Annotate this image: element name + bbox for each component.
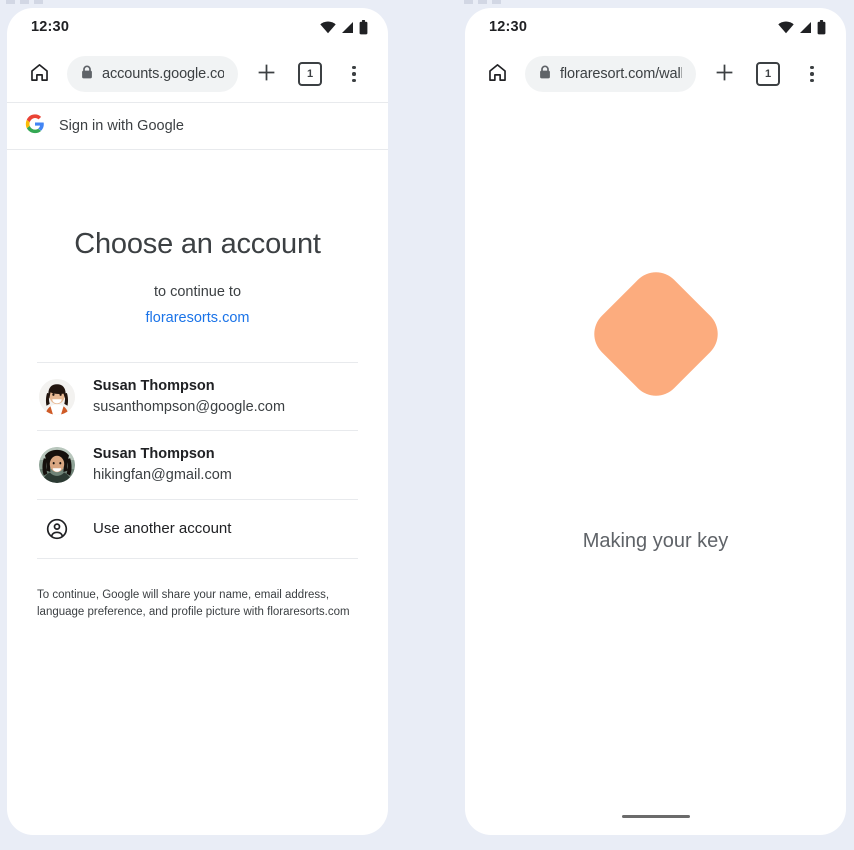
cell-signal-icon bbox=[799, 21, 812, 34]
use-another-account-item[interactable]: Use another account bbox=[37, 500, 358, 559]
wifi-icon bbox=[320, 21, 336, 34]
account-email: hikingfan@gmail.com bbox=[93, 467, 232, 484]
kebab-menu-icon bbox=[810, 65, 814, 83]
new-tab-button[interactable] bbox=[246, 54, 286, 94]
address-bar[interactable]: accounts.google.com/o/ bbox=[67, 56, 238, 92]
status-icon-group bbox=[320, 19, 368, 35]
tab-switcher-button[interactable]: 1 bbox=[748, 54, 788, 94]
account-circle-icon bbox=[39, 517, 75, 541]
plus-icon bbox=[256, 62, 277, 86]
clipped-artifact-right-3 bbox=[492, 0, 501, 4]
battery-icon bbox=[817, 19, 826, 35]
account-name: Susan Thompson bbox=[93, 446, 215, 463]
tab-count-badge: 1 bbox=[756, 62, 780, 86]
account-email: susanthompson@google.com bbox=[93, 399, 286, 416]
lock-icon bbox=[81, 65, 93, 84]
clipped-artifact-right-2 bbox=[478, 0, 487, 4]
continue-domain: floraresorts.com bbox=[145, 310, 250, 326]
clipped-artifact-right bbox=[464, 0, 473, 4]
phone-frame-left: 12:30 accounts.google.co 1 Sign in with … bbox=[7, 8, 388, 835]
account-text: Susan Thompson susanthompson@google.com bbox=[93, 377, 285, 416]
use-another-account-label: Use another account bbox=[93, 520, 232, 537]
clipped-artifact-left-3 bbox=[34, 0, 43, 4]
wifi-icon bbox=[778, 21, 794, 34]
status-bar-right: 12:30 bbox=[465, 8, 846, 46]
battery-icon bbox=[359, 19, 368, 35]
google-signin-label: Sign in with Google bbox=[59, 118, 184, 134]
lock-icon bbox=[539, 65, 551, 84]
status-icon-group bbox=[778, 19, 826, 35]
making-key-caption: Making your key bbox=[582, 530, 729, 552]
tab-count-badge: 1 bbox=[298, 62, 322, 86]
account-list: Susan Thompson susanthompson@google.com bbox=[37, 362, 358, 559]
account-text: Susan Thompson hikingfan@gmail.com bbox=[93, 445, 232, 484]
tab-switcher-button[interactable]: 1 bbox=[290, 54, 330, 94]
address-bar-url: accounts.google.com/o/ bbox=[102, 66, 224, 82]
screenshot-stage: 12:30 accounts.google.co 1 Sign in with … bbox=[0, 0, 854, 850]
clipped-artifact-left bbox=[6, 0, 15, 4]
page-title: Choose an account bbox=[74, 228, 321, 260]
account-item-work[interactable]: Susan Thompson susanthompson@google.com bbox=[37, 362, 358, 432]
continue-subtitle: to continue to bbox=[153, 284, 242, 300]
kebab-menu-icon bbox=[352, 65, 356, 83]
address-bar-url: floraresort.com/wallet- bbox=[560, 66, 682, 82]
google-g-icon bbox=[25, 113, 45, 139]
address-bar[interactable]: floraresort.com/wallet- bbox=[525, 56, 696, 92]
account-name: Susan Thompson bbox=[93, 378, 215, 394]
home-icon bbox=[487, 62, 508, 86]
status-time: 12:30 bbox=[489, 19, 528, 35]
consent-footnote: To continue, Google will share your name… bbox=[37, 588, 350, 619]
browser-menu-button[interactable] bbox=[792, 54, 832, 94]
account-item-personal[interactable]: Susan Thompson hikingfan@gmail.com bbox=[37, 431, 358, 500]
phone-frame-right: 12:30 floraresort.com/wal 1 Making your … bbox=[465, 8, 846, 835]
cell-signal-icon bbox=[341, 21, 354, 34]
avatar bbox=[39, 378, 75, 415]
status-time: 12:30 bbox=[31, 19, 70, 35]
clipped-artifact-left-2 bbox=[20, 0, 29, 4]
browser-toolbar-left: accounts.google.com/o/ 1 bbox=[7, 46, 388, 102]
home-icon bbox=[29, 62, 50, 86]
home-button[interactable] bbox=[477, 54, 517, 94]
gesture-home-bar[interactable] bbox=[621, 814, 690, 818]
browser-menu-button[interactable] bbox=[334, 54, 374, 94]
rotated-rounded-square-icon bbox=[583, 261, 728, 407]
making-key-page: Making your key bbox=[465, 103, 846, 835]
avatar bbox=[39, 446, 75, 483]
home-button[interactable] bbox=[19, 54, 59, 94]
browser-toolbar-right: floraresort.com/wallet- 1 bbox=[465, 46, 846, 102]
google-signin-header: Sign in with Google bbox=[7, 102, 388, 150]
plus-icon bbox=[714, 62, 735, 86]
new-tab-button[interactable] bbox=[704, 54, 744, 94]
status-bar-left: 12:30 bbox=[7, 8, 388, 46]
account-chooser-page: Choose an account to continue to florare… bbox=[7, 228, 388, 622]
